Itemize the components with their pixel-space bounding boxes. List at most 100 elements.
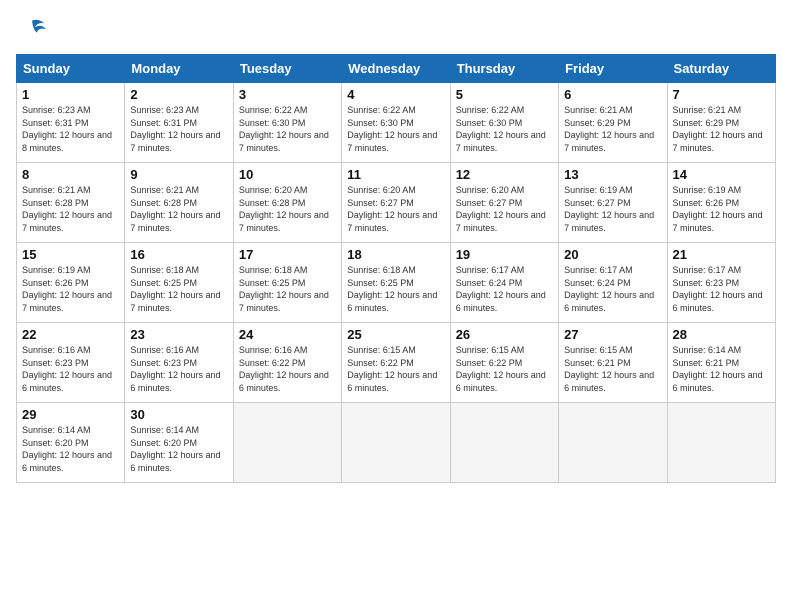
calendar-header-sunday: Sunday [17,55,125,83]
day-info: Sunrise: 6:21 AMSunset: 6:29 PMDaylight:… [673,105,763,153]
calendar-cell: 14 Sunrise: 6:19 AMSunset: 6:26 PMDaylig… [667,163,775,243]
day-number: 9 [130,167,227,182]
day-number: 26 [456,327,553,342]
day-number: 19 [456,247,553,262]
day-info: Sunrise: 6:20 AMSunset: 6:28 PMDaylight:… [239,185,329,233]
calendar-cell: 10 Sunrise: 6:20 AMSunset: 6:28 PMDaylig… [233,163,341,243]
calendar-cell: 30 Sunrise: 6:14 AMSunset: 6:20 PMDaylig… [125,403,233,483]
day-number: 25 [347,327,444,342]
day-number: 5 [456,87,553,102]
calendar-cell [342,403,450,483]
day-number: 2 [130,87,227,102]
calendar-table: SundayMondayTuesdayWednesdayThursdayFrid… [16,54,776,483]
day-info: Sunrise: 6:21 AMSunset: 6:29 PMDaylight:… [564,105,654,153]
calendar-cell: 3 Sunrise: 6:22 AMSunset: 6:30 PMDayligh… [233,83,341,163]
day-info: Sunrise: 6:16 AMSunset: 6:23 PMDaylight:… [130,345,220,393]
day-info: Sunrise: 6:14 AMSunset: 6:20 PMDaylight:… [22,425,112,473]
calendar-cell: 21 Sunrise: 6:17 AMSunset: 6:23 PMDaylig… [667,243,775,323]
calendar-cell: 26 Sunrise: 6:15 AMSunset: 6:22 PMDaylig… [450,323,558,403]
day-info: Sunrise: 6:21 AMSunset: 6:28 PMDaylight:… [22,185,112,233]
calendar-cell: 4 Sunrise: 6:22 AMSunset: 6:30 PMDayligh… [342,83,450,163]
calendar-cell: 5 Sunrise: 6:22 AMSunset: 6:30 PMDayligh… [450,83,558,163]
page-header [16,16,776,44]
day-info: Sunrise: 6:19 AMSunset: 6:27 PMDaylight:… [564,185,654,233]
day-number: 11 [347,167,444,182]
day-number: 27 [564,327,661,342]
day-number: 8 [22,167,119,182]
calendar-cell: 7 Sunrise: 6:21 AMSunset: 6:29 PMDayligh… [667,83,775,163]
day-number: 6 [564,87,661,102]
day-number: 10 [239,167,336,182]
day-info: Sunrise: 6:15 AMSunset: 6:21 PMDaylight:… [564,345,654,393]
calendar-cell: 11 Sunrise: 6:20 AMSunset: 6:27 PMDaylig… [342,163,450,243]
day-info: Sunrise: 6:22 AMSunset: 6:30 PMDaylight:… [456,105,546,153]
day-number: 16 [130,247,227,262]
calendar-cell: 15 Sunrise: 6:19 AMSunset: 6:26 PMDaylig… [17,243,125,323]
logo-bird-icon [18,16,46,44]
day-info: Sunrise: 6:23 AMSunset: 6:31 PMDaylight:… [22,105,112,153]
calendar-week-row: 8 Sunrise: 6:21 AMSunset: 6:28 PMDayligh… [17,163,776,243]
day-number: 28 [673,327,770,342]
day-number: 3 [239,87,336,102]
calendar-cell: 28 Sunrise: 6:14 AMSunset: 6:21 PMDaylig… [667,323,775,403]
calendar-week-row: 15 Sunrise: 6:19 AMSunset: 6:26 PMDaylig… [17,243,776,323]
calendar-cell: 22 Sunrise: 6:16 AMSunset: 6:23 PMDaylig… [17,323,125,403]
day-number: 29 [22,407,119,422]
day-info: Sunrise: 6:19 AMSunset: 6:26 PMDaylight:… [673,185,763,233]
calendar-cell: 12 Sunrise: 6:20 AMSunset: 6:27 PMDaylig… [450,163,558,243]
calendar-cell: 6 Sunrise: 6:21 AMSunset: 6:29 PMDayligh… [559,83,667,163]
day-number: 17 [239,247,336,262]
calendar-cell: 17 Sunrise: 6:18 AMSunset: 6:25 PMDaylig… [233,243,341,323]
calendar-header-row: SundayMondayTuesdayWednesdayThursdayFrid… [17,55,776,83]
calendar-header-wednesday: Wednesday [342,55,450,83]
calendar-cell: 9 Sunrise: 6:21 AMSunset: 6:28 PMDayligh… [125,163,233,243]
day-number: 21 [673,247,770,262]
calendar-week-row: 1 Sunrise: 6:23 AMSunset: 6:31 PMDayligh… [17,83,776,163]
calendar-header-monday: Monday [125,55,233,83]
day-info: Sunrise: 6:15 AMSunset: 6:22 PMDaylight:… [347,345,437,393]
calendar-week-row: 22 Sunrise: 6:16 AMSunset: 6:23 PMDaylig… [17,323,776,403]
day-info: Sunrise: 6:14 AMSunset: 6:20 PMDaylight:… [130,425,220,473]
day-info: Sunrise: 6:17 AMSunset: 6:23 PMDaylight:… [673,265,763,313]
calendar-cell: 20 Sunrise: 6:17 AMSunset: 6:24 PMDaylig… [559,243,667,323]
day-info: Sunrise: 6:17 AMSunset: 6:24 PMDaylight:… [456,265,546,313]
calendar-cell: 27 Sunrise: 6:15 AMSunset: 6:21 PMDaylig… [559,323,667,403]
day-number: 22 [22,327,119,342]
calendar-header-friday: Friday [559,55,667,83]
day-info: Sunrise: 6:15 AMSunset: 6:22 PMDaylight:… [456,345,546,393]
day-number: 30 [130,407,227,422]
day-info: Sunrise: 6:14 AMSunset: 6:21 PMDaylight:… [673,345,763,393]
calendar-cell: 25 Sunrise: 6:15 AMSunset: 6:22 PMDaylig… [342,323,450,403]
calendar-cell: 19 Sunrise: 6:17 AMSunset: 6:24 PMDaylig… [450,243,558,323]
calendar-header-tuesday: Tuesday [233,55,341,83]
day-number: 12 [456,167,553,182]
day-info: Sunrise: 6:18 AMSunset: 6:25 PMDaylight:… [239,265,329,313]
calendar-cell: 2 Sunrise: 6:23 AMSunset: 6:31 PMDayligh… [125,83,233,163]
calendar-cell [667,403,775,483]
day-info: Sunrise: 6:16 AMSunset: 6:22 PMDaylight:… [239,345,329,393]
calendar-cell: 16 Sunrise: 6:18 AMSunset: 6:25 PMDaylig… [125,243,233,323]
calendar-header-thursday: Thursday [450,55,558,83]
calendar-week-row: 29 Sunrise: 6:14 AMSunset: 6:20 PMDaylig… [17,403,776,483]
calendar-cell: 13 Sunrise: 6:19 AMSunset: 6:27 PMDaylig… [559,163,667,243]
day-number: 4 [347,87,444,102]
calendar-cell: 8 Sunrise: 6:21 AMSunset: 6:28 PMDayligh… [17,163,125,243]
day-number: 15 [22,247,119,262]
day-number: 24 [239,327,336,342]
day-number: 7 [673,87,770,102]
calendar-header-saturday: Saturday [667,55,775,83]
day-number: 1 [22,87,119,102]
calendar-cell: 23 Sunrise: 6:16 AMSunset: 6:23 PMDaylig… [125,323,233,403]
calendar-cell: 1 Sunrise: 6:23 AMSunset: 6:31 PMDayligh… [17,83,125,163]
calendar-cell [559,403,667,483]
day-number: 14 [673,167,770,182]
day-number: 18 [347,247,444,262]
day-info: Sunrise: 6:22 AMSunset: 6:30 PMDaylight:… [347,105,437,153]
day-number: 20 [564,247,661,262]
day-info: Sunrise: 6:23 AMSunset: 6:31 PMDaylight:… [130,105,220,153]
day-info: Sunrise: 6:16 AMSunset: 6:23 PMDaylight:… [22,345,112,393]
day-info: Sunrise: 6:19 AMSunset: 6:26 PMDaylight:… [22,265,112,313]
calendar-cell: 29 Sunrise: 6:14 AMSunset: 6:20 PMDaylig… [17,403,125,483]
calendar-cell: 24 Sunrise: 6:16 AMSunset: 6:22 PMDaylig… [233,323,341,403]
day-info: Sunrise: 6:21 AMSunset: 6:28 PMDaylight:… [130,185,220,233]
